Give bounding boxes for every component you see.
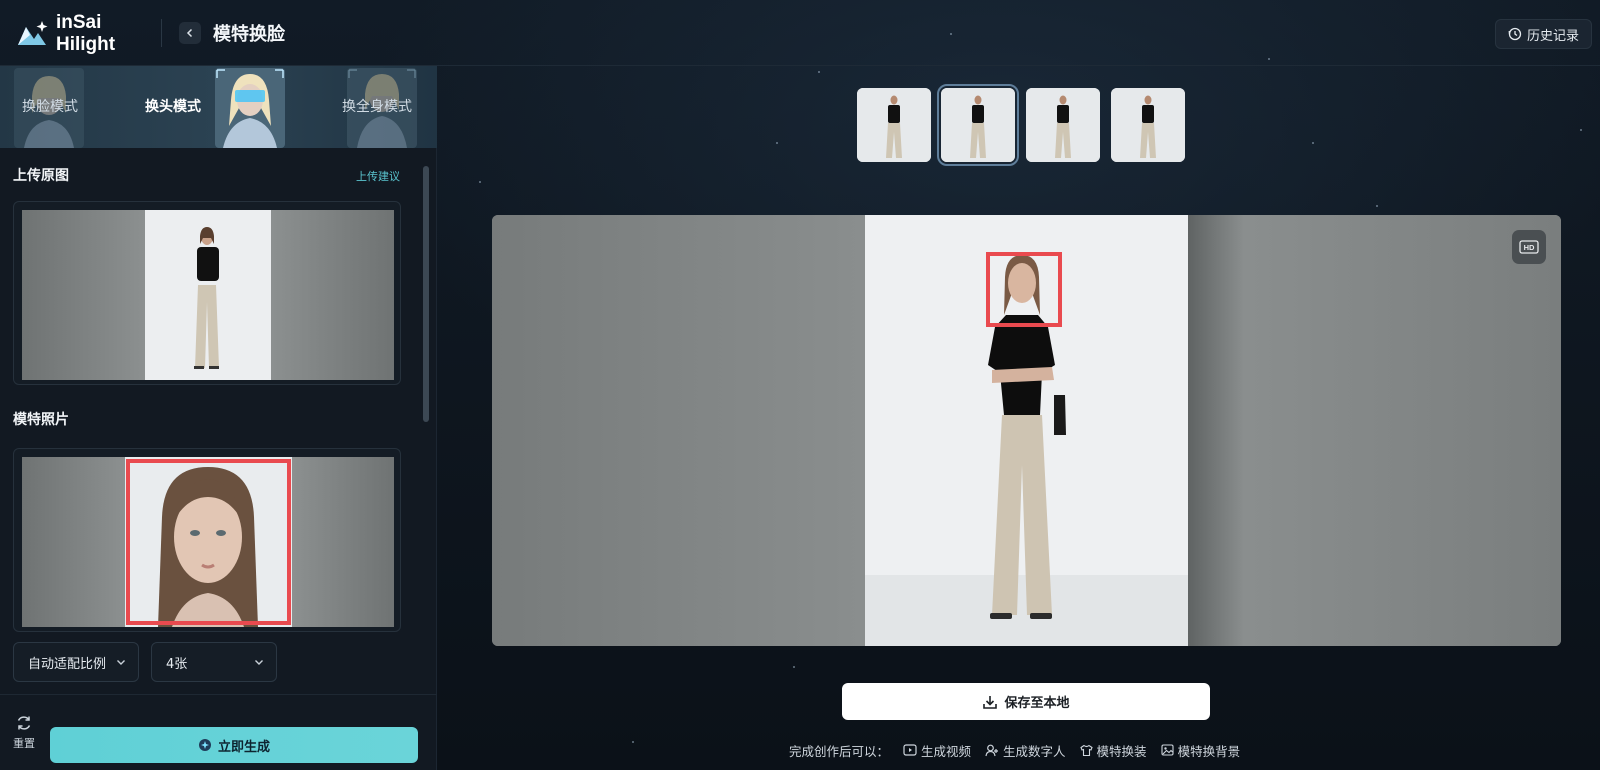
model-background-swap-link[interactable]: 模特换背景 bbox=[1161, 741, 1241, 760]
save-label: 保存至本地 bbox=[1004, 696, 1070, 711]
result-thumbnail-4[interactable] bbox=[1111, 88, 1185, 162]
generate-digital-human-label: 生成数字人 bbox=[1003, 743, 1066, 759]
count-value: 4张 bbox=[166, 656, 188, 672]
count-select[interactable]: 4张 bbox=[151, 642, 277, 682]
preview-image bbox=[492, 215, 1561, 646]
source-image-card[interactable] bbox=[13, 201, 401, 385]
model-outfit-swap-label: 模特换装 bbox=[1096, 743, 1147, 759]
post-creation-actions: 完成创作后可以： 生成视频 生成数字人 模特换装 模特换背景 bbox=[789, 740, 1240, 760]
chevron-down-icon bbox=[117, 660, 125, 665]
chevron-down-icon bbox=[255, 660, 263, 665]
upload-section-title: 上传原图 bbox=[13, 168, 69, 184]
model-photo-card[interactable] bbox=[13, 448, 401, 632]
result-thumbnail-2[interactable] bbox=[937, 84, 1019, 166]
chevron-left-icon bbox=[186, 28, 193, 38]
hd-label: HD bbox=[1524, 243, 1535, 252]
upload-tips-link[interactable]: 上传建议 bbox=[356, 168, 400, 184]
reset-button[interactable]: 重置 bbox=[10, 714, 38, 751]
history-button[interactable]: 历史记录 bbox=[1495, 19, 1592, 49]
brand-name: inSai Hilight bbox=[56, 12, 116, 55]
brand-logo[interactable]: inSai Hilight bbox=[16, 12, 156, 55]
star-dot bbox=[479, 181, 481, 183]
top-bar: inSai Hilight 模特换脸 历史记录 bbox=[0, 0, 1600, 66]
star-dot bbox=[1376, 205, 1378, 207]
back-button[interactable] bbox=[179, 22, 201, 44]
model-photo bbox=[22, 457, 394, 627]
shirt-icon bbox=[1079, 744, 1093, 756]
scrollbar-thumb[interactable] bbox=[423, 166, 429, 422]
left-scrollbar[interactable] bbox=[420, 166, 430, 706]
download-icon bbox=[983, 695, 998, 709]
hd-toggle-button[interactable]: HD bbox=[1512, 230, 1546, 264]
save-local-button[interactable]: 保存至本地 bbox=[842, 683, 1210, 720]
video-icon bbox=[903, 744, 917, 756]
refresh-icon bbox=[17, 716, 31, 730]
panel-divider bbox=[0, 694, 437, 695]
history-icon bbox=[1508, 27, 1522, 41]
hd-icon: HD bbox=[1519, 240, 1539, 254]
generate-digital-human-link[interactable]: 生成数字人 bbox=[985, 741, 1066, 760]
result-thumbnail-3[interactable] bbox=[1026, 88, 1100, 162]
ratio-select[interactable]: 自动适配比例 bbox=[13, 642, 139, 682]
image-icon bbox=[1161, 744, 1174, 756]
preview-stage bbox=[492, 215, 1561, 646]
generate-video-label: 生成视频 bbox=[921, 743, 972, 759]
model-photo-section-title: 模特照片 bbox=[13, 412, 69, 428]
generate-video-link[interactable]: 生成视频 bbox=[903, 741, 971, 760]
page-title: 模特换脸 bbox=[213, 24, 285, 45]
app-window: inSai Hilight 模特换脸 历史记录 换脸模式 换头模式 换全身模式 … bbox=[0, 0, 1600, 770]
star-dot bbox=[632, 741, 634, 743]
mode-thumb-head bbox=[215, 68, 285, 148]
mode-face-swap[interactable]: 换脸模式 bbox=[22, 96, 78, 116]
mode-head-swap[interactable]: 换头模式 bbox=[145, 96, 201, 116]
post-creation-prefix: 完成创作后可以： bbox=[789, 743, 890, 759]
logo-icon bbox=[16, 19, 50, 49]
left-panel: 换脸模式 换头模式 换全身模式 上传原图 上传建议 模特照片 自动适配比例 4张… bbox=[0, 66, 437, 770]
mode-selector: 换脸模式 换头模式 换全身模式 bbox=[0, 66, 437, 148]
mode-full-body-swap[interactable]: 换全身模式 bbox=[342, 96, 412, 116]
result-thumbnail-1[interactable] bbox=[857, 88, 931, 162]
star-dot bbox=[776, 142, 778, 144]
model-outfit-swap-link[interactable]: 模特换装 bbox=[1079, 741, 1147, 760]
star-dot bbox=[793, 666, 795, 668]
reset-label: 重置 bbox=[13, 737, 35, 750]
ratio-value: 自动适配比例 bbox=[28, 656, 107, 672]
source-image bbox=[22, 210, 394, 380]
sparkle-coin-icon bbox=[198, 739, 211, 751]
generate-button[interactable]: 立即生成 bbox=[50, 727, 418, 763]
star-dot bbox=[818, 71, 820, 73]
history-label: 历史记录 bbox=[1526, 28, 1579, 44]
person-add-icon bbox=[985, 744, 999, 756]
star-dot bbox=[1580, 129, 1582, 131]
header-divider bbox=[161, 19, 162, 47]
star-dot bbox=[1312, 142, 1314, 144]
generate-label: 立即生成 bbox=[217, 739, 270, 755]
model-background-swap-label: 模特换背景 bbox=[1177, 743, 1241, 759]
